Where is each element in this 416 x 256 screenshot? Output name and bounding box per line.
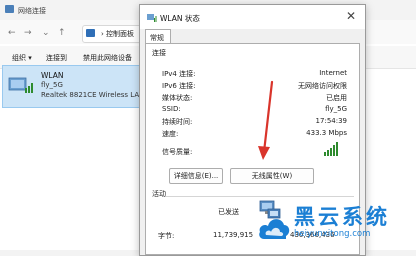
disable-device-button[interactable]: 禁用此网络设备: [83, 53, 132, 63]
tab-general-label: 常规: [150, 34, 164, 42]
network-folder-icon: [5, 5, 14, 13]
up-icon[interactable]: ↑: [58, 28, 66, 38]
ipv4-label: IPv4 连接:: [162, 70, 196, 78]
watermark: 黑云系统 heiyunxitong.com: [254, 199, 416, 250]
address-control-panel[interactable]: 控制面板: [106, 30, 134, 38]
wireless-properties-button[interactable]: 无线属性(W): [230, 168, 314, 184]
details-button[interactable]: 详细信息(E)...: [169, 168, 223, 184]
sent-bytes-value: 11,739,915: [213, 231, 254, 239]
control-panel-icon: [86, 29, 95, 37]
ipv6-label: IPv6 连接:: [162, 82, 196, 90]
dialog-title-bar: WLAN 状态 ✕: [140, 5, 365, 29]
signal-quality-label: 信号质量:: [162, 148, 193, 156]
duration-value: 17:54:39: [315, 117, 347, 125]
bytes-label: 字节:: [158, 232, 175, 240]
watermark-url: heiyunxitong.com: [294, 229, 371, 239]
adapter-name: WLAN: [41, 71, 64, 80]
ssid-label: SSID:: [162, 105, 181, 113]
address-path[interactable]: › 控制面板: [101, 29, 134, 39]
wifi-status-icon: [147, 14, 157, 22]
speed-label: 速度:: [162, 130, 179, 138]
ipv4-value: Internet: [319, 69, 347, 77]
wifi-adapter-icon: [8, 77, 33, 93]
adapter-device: Realtek 8821CE Wireless LAN ...: [41, 91, 154, 99]
activity-section-label: 活动: [152, 190, 166, 198]
close-icon[interactable]: ✕: [346, 9, 356, 23]
media-state-label: 媒体状态:: [162, 94, 193, 102]
cloud-logo-icon: [259, 219, 290, 239]
forward-icon[interactable]: →: [24, 28, 32, 38]
connect-to-button[interactable]: 连接到: [46, 53, 67, 63]
dialog-title: WLAN 状态: [160, 14, 200, 23]
organize-button[interactable]: 组织 ▾: [12, 53, 32, 63]
connection-section-label: 连接: [152, 49, 166, 57]
ipv6-value: 无网络访问权限: [298, 82, 347, 90]
speed-value: 433.3 Mbps: [306, 129, 347, 137]
media-state-value: 已启用: [326, 94, 347, 102]
sent-label: 已发送: [218, 208, 239, 216]
back-icon[interactable]: ←: [8, 28, 16, 38]
history-dropdown-icon[interactable]: ⌄: [42, 28, 50, 38]
signal-bars-icon: [324, 142, 338, 156]
watermark-title: 黑云系统: [294, 205, 390, 229]
ssid-value: fly_5G: [325, 105, 347, 113]
tab-general[interactable]: 常规: [145, 29, 171, 44]
adapter-ssid: fly_5G: [41, 81, 63, 89]
duration-label: 持续时间:: [162, 118, 193, 126]
window-title: 网络连接: [18, 7, 46, 15]
activity-divider: [166, 196, 354, 197]
